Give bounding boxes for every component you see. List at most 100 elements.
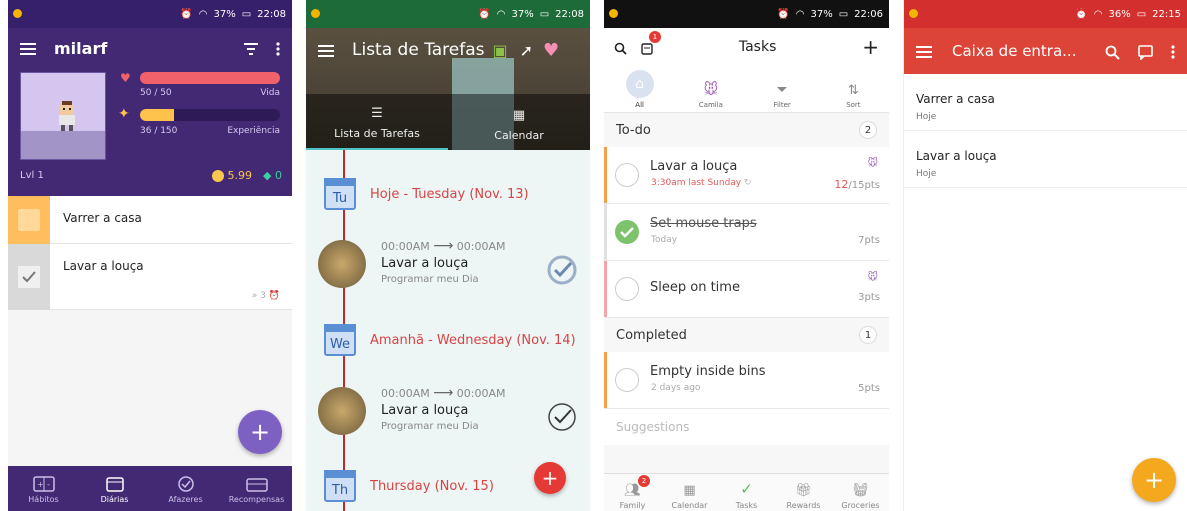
task-checkbox[interactable] <box>8 244 50 310</box>
filter-all[interactable]: ⌂ All <box>604 66 675 112</box>
page-title: Tasks <box>738 39 777 55</box>
daily-row[interactable]: Lavar a louça » 3 ⏰ <box>8 244 292 310</box>
search-icon[interactable] <box>1105 42 1120 61</box>
gem-icon: ◆ <box>263 169 272 182</box>
clock-text: 22:08 <box>257 8 286 20</box>
daily-row[interactable]: Varrer a casa <box>8 196 292 244</box>
filter-icon[interactable] <box>244 39 258 58</box>
avatar[interactable] <box>20 72 106 160</box>
heart-icon[interactable]: ♥ <box>543 40 559 61</box>
menu-icon[interactable] <box>916 42 932 61</box>
task-label: Lavar a louça <box>63 259 144 273</box>
hp-bar <box>140 72 280 84</box>
nav-rewards[interactable]: Recompensas <box>221 466 292 511</box>
battery-icon: ▭ <box>539 8 550 20</box>
alarm-icon: ⏰ <box>478 8 491 20</box>
battery-text: 36% <box>1108 8 1131 20</box>
task-checkbox[interactable] <box>615 163 639 187</box>
streak-count: » 3 ⏰ <box>251 291 280 301</box>
search-icon[interactable] <box>614 38 627 57</box>
add-task-button[interactable]: + <box>534 462 566 494</box>
nav-calendar[interactable]: ▦ Calendar <box>661 474 718 511</box>
calendar-check-icon[interactable]: ▣ <box>493 41 508 60</box>
mouse-icon: 🐭︎ <box>703 82 719 98</box>
status-bar: ⏰ ◠ 37% ▭ 22:06 <box>604 0 889 28</box>
filter-button[interactable]: ⏷ Filter <box>747 66 818 112</box>
check-circle-icon <box>177 476 194 492</box>
add-icon[interactable]: + <box>862 35 879 59</box>
status-bar: ⏰ ◠ 36% ▭ 22:15 <box>904 0 1187 28</box>
task-row[interactable]: Empty inside bins 2 days ago 5pts <box>604 352 889 409</box>
tab-calendar[interactable]: ▦ Calendar <box>448 94 590 150</box>
list-item[interactable]: Varrer a casa Hoje <box>904 74 1187 131</box>
task-row[interactable]: Lavar a louça 3:30am last Sunday ↻ 🐭︎ 12… <box>604 147 889 204</box>
list-item[interactable]: Lavar a louça Hoje <box>904 131 1187 188</box>
nav-groceries[interactable]: 🧺︎ Groceries <box>832 474 889 511</box>
calendar-day-icon: Tu <box>324 178 356 210</box>
alarm-icon: ⏰ <box>1075 8 1088 20</box>
done-check-icon[interactable] <box>546 401 578 437</box>
done-check-icon[interactable] <box>546 254 578 290</box>
menu-icon[interactable] <box>20 39 36 58</box>
add-task-button[interactable]: + <box>238 410 282 454</box>
task-checkbox[interactable] <box>615 277 639 301</box>
filter-icon: ⏷ <box>776 82 788 98</box>
battery-icon: ▭ <box>241 8 252 20</box>
add-task-button[interactable]: + <box>1132 458 1176 502</box>
nav-todos[interactable]: Afazeres <box>150 466 221 511</box>
task-name: Sleep on time <box>650 280 740 295</box>
tab-list[interactable]: ☰ Lista de Tarefas <box>306 94 448 150</box>
task-due: Today <box>651 235 678 245</box>
calendar-day-icon: We <box>324 324 356 356</box>
habitica-screen: ⏰ ◠ 37% ▭ 22:08 milarf ♥ 50 / 50 Vida ✦ … <box>8 0 292 511</box>
calendar-day-icon: Th <box>324 470 356 502</box>
notifications-icon[interactable]: 1 <box>641 30 661 57</box>
sort-icon: ⇅ <box>847 83 859 98</box>
notification-dot-icon <box>609 9 618 18</box>
rocket-icon[interactable]: ➚ <box>520 41 533 60</box>
wifi-icon: ◠ <box>496 8 506 20</box>
task-checkbox-checked[interactable] <box>615 220 639 244</box>
nav-dailies[interactable]: Diárias <box>79 466 150 511</box>
xp-label: Experiência <box>227 126 280 136</box>
nav-label: Family <box>619 501 646 510</box>
task-item[interactable]: 00:00AM ⟶ 00:00AM Lavar a louça Programa… <box>318 381 578 453</box>
filter-camila[interactable]: 🐭︎ Camila <box>675 66 746 112</box>
calendar-icon <box>105 477 124 492</box>
arrow-right-icon: ⟶ <box>433 238 454 254</box>
check-icon <box>18 266 40 288</box>
task-checkbox[interactable] <box>8 196 50 244</box>
task-label: Varrer a casa <box>63 211 142 225</box>
item-title: Varrer a casa <box>916 92 995 106</box>
alarm-icon: ⏰ <box>180 8 193 20</box>
day-header: We Amanhã - Wednesday (Nov. 14) <box>324 324 576 356</box>
svg-text:-: - <box>47 480 50 489</box>
list-icon: ☰ <box>371 106 383 121</box>
sort-button[interactable]: ⇅ Sort <box>818 66 889 112</box>
check-icon: ✓ <box>740 480 753 498</box>
star-icon: ✦ <box>118 106 130 122</box>
menu-icon[interactable] <box>318 41 334 60</box>
section-header: To-do 2 <box>604 113 889 147</box>
filter-label: Sort <box>846 101 861 109</box>
calendar-icon: ▦ <box>683 483 696 498</box>
more-vert-icon[interactable] <box>1171 42 1175 61</box>
task-row[interactable]: Set mouse traps Today 7pts <box>604 204 889 261</box>
nav-label: Calendar <box>671 501 708 510</box>
more-vert-icon[interactable] <box>276 39 280 58</box>
lista-screen: ⏰ ◠ 37% ▭ 22:08 Lista de Tarefas ▣ ➚ ♥ ☰… <box>306 0 590 511</box>
toolbar: Caixa de entra... <box>904 28 1187 74</box>
mouse-icon: 🐭︎ <box>867 272 878 283</box>
task-checkbox[interactable] <box>615 368 639 392</box>
comment-icon[interactable] <box>1138 42 1153 61</box>
task-row[interactable]: Sleep on time 🐭︎ 3pts <box>604 261 889 318</box>
streak-icon: » <box>251 291 258 301</box>
nav-rewards[interactable]: 🎁︎ Rewards <box>775 474 832 511</box>
task-item[interactable]: 00:00AM ⟶ 00:00AM Lavar a louça Programa… <box>318 234 578 306</box>
nav-family[interactable]: 👥︎ 2 Family <box>604 474 661 511</box>
suggestions-header[interactable]: Suggestions <box>604 409 889 445</box>
nav-habits[interactable]: + - Hábitos <box>8 466 79 511</box>
nav-tasks[interactable]: ✓ Tasks <box>718 474 775 511</box>
character-sprite-icon <box>59 101 75 131</box>
nav-label: Hábitos <box>28 495 59 504</box>
